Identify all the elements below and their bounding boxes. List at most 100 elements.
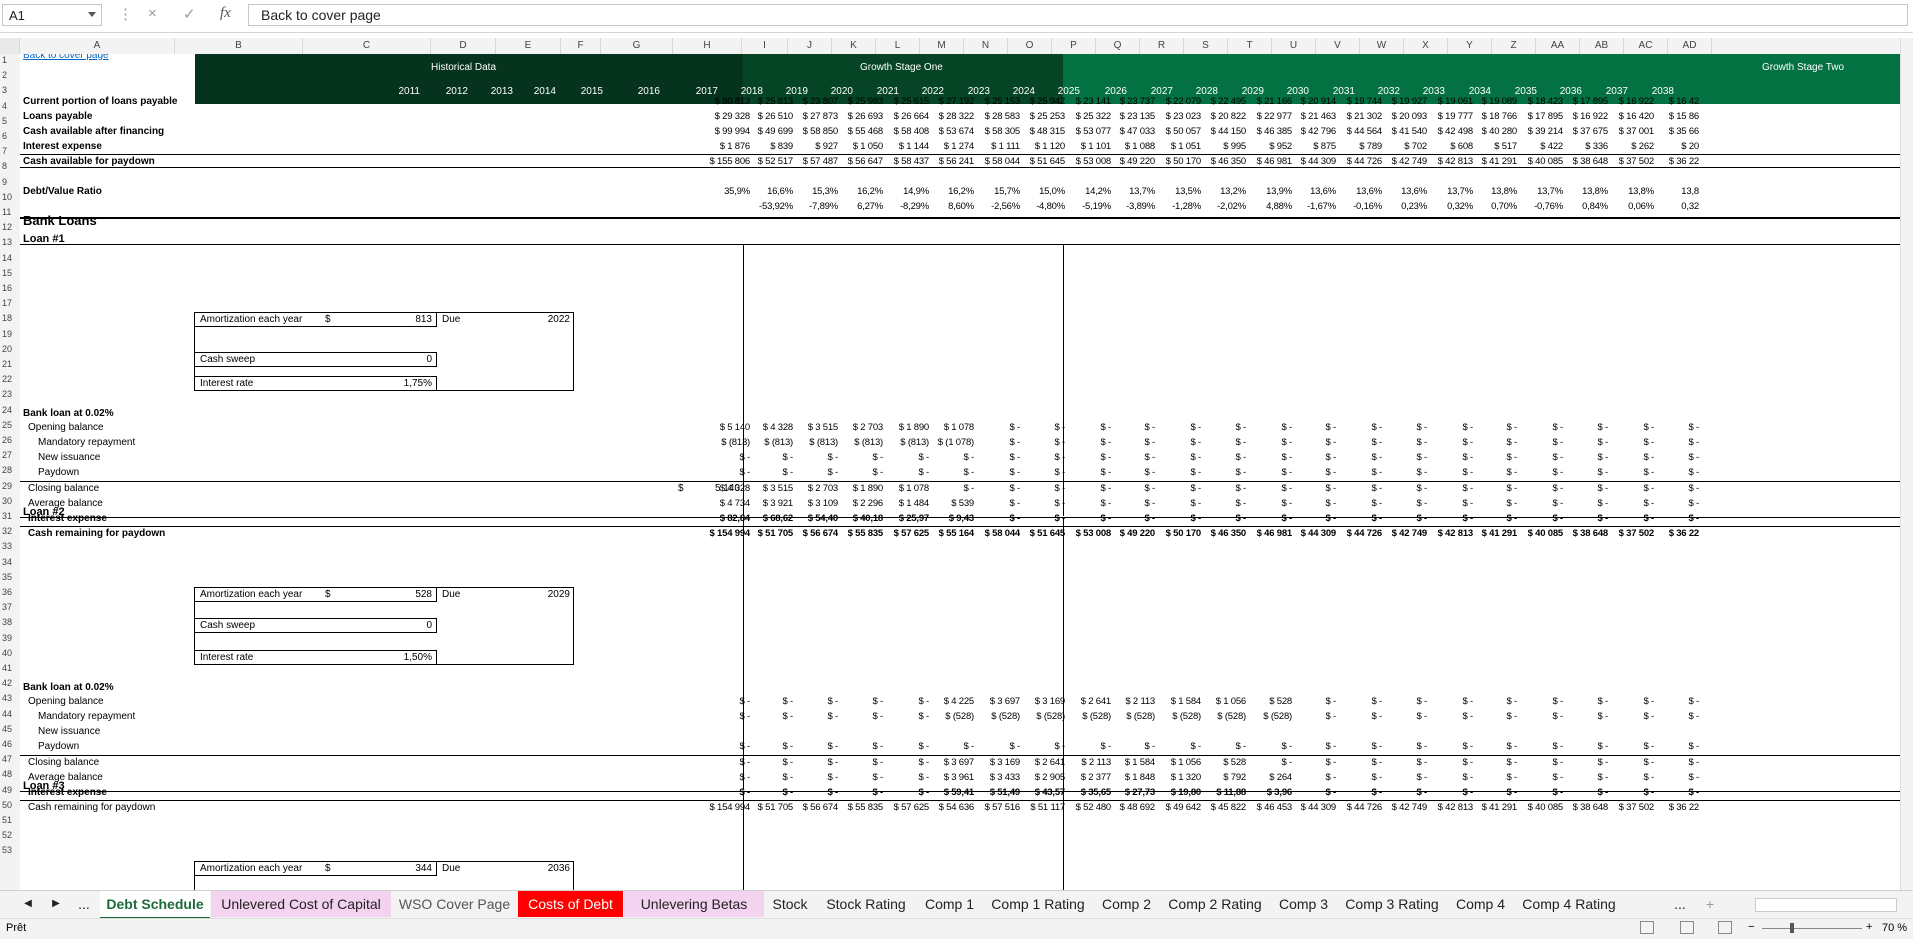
debt-value-ratio-cell[interactable]: 16,2% — [930, 186, 974, 198]
loan-1-cell[interactable]: $ - — [1248, 513, 1293, 525]
loan-1-cell[interactable]: $ - — [1564, 422, 1609, 434]
loan-1-cell[interactable]: $ - — [1383, 422, 1428, 434]
loan-2-cell[interactable]: $ 2 905 — [1021, 772, 1065, 784]
loan-1-cell[interactable]: $ - — [1157, 452, 1202, 464]
loan-2-cell[interactable]: $ 40 085 — [1519, 802, 1564, 814]
loan-2-cell[interactable]: $ - — [1292, 787, 1337, 799]
loan-2-cell[interactable]: $ 1 584 — [1157, 696, 1201, 708]
loan-2-cell[interactable]: $ 3 169 — [976, 757, 1020, 769]
cash-available-cell[interactable]: $ 58 850 — [794, 126, 839, 138]
loan-2-cell[interactable]: $ 59,41 — [930, 787, 974, 799]
loans-payable-cell[interactable]: $ 16 922 — [1564, 111, 1609, 123]
interest-expense-cell[interactable]: $ 875 — [1292, 141, 1336, 153]
debt-value-change-cell[interactable]: 0,06% — [1610, 201, 1654, 213]
loan-1-cell[interactable]: $ 82,84 — [706, 513, 750, 525]
debt-value-ratio-cell[interactable]: 13,8% — [1610, 186, 1654, 198]
loan-2-cell[interactable]: $ - — [1429, 696, 1474, 708]
loan-2-amort-value[interactable]: 528 — [380, 589, 432, 601]
loans-payable-cell[interactable]: $ 26 664 — [885, 111, 930, 123]
cash-available-cell[interactable]: $ 50 057 — [1157, 126, 1202, 138]
loan-2-cell[interactable]: $ - — [706, 787, 751, 799]
loan-2-cell[interactable]: $ 51 117 — [1021, 802, 1065, 814]
loan-1-cell[interactable]: $ - — [1610, 467, 1655, 479]
loan-2-cell[interactable]: $ 1 056 — [1202, 696, 1246, 708]
loan-2-cell[interactable]: $ - — [839, 757, 884, 769]
loan-1-cell[interactable]: $ - — [1655, 483, 1700, 495]
interest-expense-cell[interactable]: $ 1 274 — [930, 141, 974, 153]
column-header[interactable]: P — [1052, 38, 1096, 54]
row-header[interactable]: 5 — [0, 116, 20, 126]
loan-1-cell[interactable]: $ 42 813 — [1429, 528, 1474, 540]
loan-2-cell[interactable]: $ 38 648 — [1564, 802, 1609, 814]
loan-1-cell[interactable]: $ - — [1564, 498, 1609, 510]
sheet-tab[interactable]: Comp 2 Rating — [1160, 891, 1270, 917]
loan-1-cell[interactable]: $ - — [1429, 498, 1474, 510]
current-portion-cell[interactable]: $ 18 423 — [1519, 96, 1564, 108]
current-portion-cell[interactable]: $ 17 895 — [1564, 96, 1609, 108]
debt-value-change-cell[interactable]: 4,88% — [1248, 201, 1292, 213]
loan-1-cell[interactable]: $ - — [749, 452, 794, 464]
sheet-tab[interactable]: Comp 4 — [1448, 891, 1513, 917]
loan-2-cell[interactable]: $ - — [1519, 757, 1564, 769]
loan-2-cell[interactable]: $ - — [794, 772, 839, 784]
loan-2-cell[interactable]: $ 3 169 — [1021, 696, 1065, 708]
loan-2-cell[interactable]: $ - — [885, 757, 930, 769]
zoom-slider[interactable] — [1762, 928, 1862, 929]
loan-1-cell[interactable]: $ - — [1021, 483, 1066, 495]
cash-available-cell[interactable]: $ 44 564 — [1338, 126, 1383, 138]
loan-1-cell[interactable]: $ - — [1067, 467, 1112, 479]
current-portion-cell[interactable]: $ 23 141 — [1067, 96, 1112, 108]
loan-1-cell[interactable]: $ 3 109 — [794, 498, 838, 510]
cash-available-cell[interactable]: $ 37 675 — [1564, 126, 1609, 138]
loan-1-cell[interactable]: $ 9,43 — [930, 513, 974, 525]
loan-2-due-value[interactable]: 2029 — [520, 589, 570, 601]
loan-1-cell[interactable]: $ - — [1157, 498, 1202, 510]
loan-2-cell[interactable]: $ 41 291 — [1473, 802, 1518, 814]
loan-1-cell[interactable]: $ - — [1564, 467, 1609, 479]
loan-1-cell[interactable]: $ - — [930, 452, 975, 464]
interest-expense-cell[interactable]: $ 839 — [749, 141, 793, 153]
loan-1-cell[interactable]: $ 2 296 — [839, 498, 883, 510]
debt-value-ratio-cell[interactable]: 13,9% — [1248, 186, 1292, 198]
loans-payable-cell[interactable]: $ 25 322 — [1067, 111, 1112, 123]
row-header[interactable]: 3 — [0, 85, 20, 95]
row-header[interactable]: 33 — [0, 541, 20, 551]
loan-2-cell[interactable]: $ 1 584 — [1111, 757, 1155, 769]
loan-1-cell[interactable]: $ - — [1248, 467, 1293, 479]
loan-1-cell[interactable]: $ 1 484 — [885, 498, 929, 510]
loan-1-cell[interactable]: $ - — [930, 483, 975, 495]
loan-2-cell[interactable]: $ - — [1519, 711, 1564, 723]
loan-1-cell[interactable]: $ 1 078 — [885, 483, 929, 495]
debt-value-ratio-cell[interactable]: 35,9% — [706, 186, 750, 198]
interest-expense-cell[interactable]: $ 927 — [794, 141, 838, 153]
loan-1-cell[interactable]: $ 46 981 — [1248, 528, 1293, 540]
debt-value-change-cell[interactable]: 6,27% — [839, 201, 883, 213]
row-header[interactable]: 42 — [0, 678, 20, 688]
cash-available-cell[interactable]: $ 48 315 — [1021, 126, 1066, 138]
loan-2-cell[interactable]: $ 51 705 — [749, 802, 794, 814]
column-header[interactable]: L — [876, 38, 920, 54]
loan-1-cell[interactable]: $ - — [1519, 467, 1564, 479]
loan-1-cell[interactable]: $ 46 350 — [1202, 528, 1247, 540]
loan-1-cell[interactable]: $ - — [839, 467, 884, 479]
loan-1-rate-value[interactable]: 1,75% — [380, 378, 432, 390]
loan-2-cell[interactable]: $ 44 726 — [1338, 802, 1383, 814]
loan-2-cell[interactable]: $ - — [1157, 741, 1202, 753]
loan-2-cell[interactable]: $ - — [1564, 787, 1609, 799]
current-portion-cell[interactable]: $ 22 079 — [1157, 96, 1202, 108]
loan-1-cell[interactable]: $ (813) — [794, 437, 838, 449]
loan-1-cell[interactable]: $ - — [1292, 437, 1337, 449]
column-header[interactable]: I — [742, 38, 788, 54]
column-header[interactable]: K — [832, 38, 876, 54]
page-break-icon[interactable] — [1718, 921, 1732, 934]
loan-2-cell[interactable]: $ - — [1655, 757, 1700, 769]
loan-1-amort-value[interactable]: 813 — [380, 314, 432, 326]
row-header[interactable]: 7 — [0, 146, 20, 156]
row-header[interactable]: 49 — [0, 785, 20, 795]
loans-payable-cell[interactable]: $ 28 322 — [930, 111, 975, 123]
current-portion-cell[interactable]: $ 22 495 — [1202, 96, 1247, 108]
loans-payable-cell[interactable]: $ 18 766 — [1473, 111, 1518, 123]
column-header[interactable]: X — [1404, 38, 1448, 54]
cash-available-cell[interactable]: $ 44 150 — [1202, 126, 1247, 138]
loan-1-cell[interactable]: $ - — [885, 467, 930, 479]
